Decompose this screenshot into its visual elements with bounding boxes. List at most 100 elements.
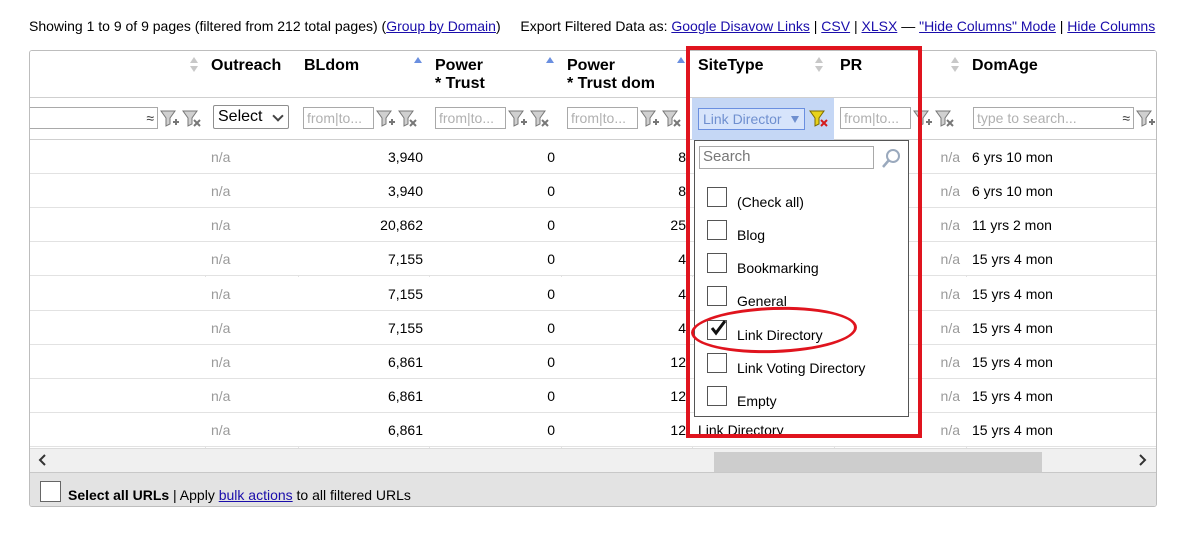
active-filter-clear-icon[interactable] xyxy=(808,108,830,130)
filter-funnel-icon[interactable] xyxy=(639,108,661,130)
checkbox[interactable] xyxy=(707,220,727,240)
bldom-cell: 7,155 xyxy=(387,251,423,267)
outreach-select[interactable]: Select xyxy=(213,105,289,129)
power-trust-dom-cell: 12 xyxy=(670,388,686,404)
table-row[interactable]: n/a 6,861 0 12 n/a 15 yrs 4 mon xyxy=(30,379,1156,413)
outreach-cell: n/a xyxy=(211,251,231,267)
clear-filter-icon[interactable] xyxy=(181,108,203,130)
option-label: General xyxy=(737,293,787,309)
header-label: DomAge xyxy=(972,57,1038,74)
outreach-cell: n/a xyxy=(211,183,231,199)
bldom-cell: 3,940 xyxy=(387,149,423,165)
url-filter-input[interactable]: ≈ xyxy=(30,107,158,129)
filter-funnel-icon[interactable] xyxy=(507,108,529,130)
header-sitetype[interactable]: SiteType xyxy=(692,51,834,98)
footer-sep: | Apply xyxy=(169,487,219,503)
table-row[interactable]: n/a 6,861 0 12 Link Directory n/a 15 yrs… xyxy=(30,413,1156,447)
power-trust-dom-range-input[interactable]: from|to... xyxy=(567,107,638,129)
sort-icon[interactable] xyxy=(413,57,423,75)
power-trust-dom-cell: 25 xyxy=(670,217,686,233)
header-label: Power xyxy=(567,57,616,74)
option-label: Link Directory xyxy=(737,327,823,343)
checkbox[interactable] xyxy=(707,187,727,207)
bldom-cell: 3,940 xyxy=(387,183,423,199)
group-by-domain-link[interactable]: Group by Domain xyxy=(386,18,496,34)
showing-text: Showing 1 to 9 of 9 pages (filtered from… xyxy=(29,18,387,34)
separator: | xyxy=(1059,18,1064,34)
header-pr[interactable]: PR xyxy=(834,51,966,98)
header-domage[interactable]: DomAge xyxy=(966,51,1156,98)
table-row[interactable]: n/a 6,861 0 12 n/a 15 yrs 4 mon xyxy=(30,345,1156,379)
power-trust-cell: 0 xyxy=(547,183,555,199)
checkbox[interactable] xyxy=(707,386,727,406)
bldom-range-input[interactable]: from|to... xyxy=(303,107,374,129)
search-icon[interactable] xyxy=(881,147,903,169)
sort-icon[interactable] xyxy=(950,57,960,75)
checkbox[interactable] xyxy=(707,253,727,273)
header-label: * Trust dom xyxy=(567,75,656,92)
table-row[interactable]: n/a 3,940 0 8 n/a 6 yrs 10 mon xyxy=(30,174,1156,208)
clear-filter-icon[interactable] xyxy=(529,108,551,130)
bulk-actions-link[interactable]: bulk actions xyxy=(219,487,293,503)
csv-link[interactable]: CSV xyxy=(821,18,850,34)
option-label: Link Voting Directory xyxy=(737,360,866,376)
header-row: Outreach BLdom Power * Trust Power * Tru… xyxy=(30,51,1156,98)
checkbox[interactable] xyxy=(707,353,727,373)
google-disavow-link[interactable]: Google Disavow Links xyxy=(671,18,810,34)
horizontal-scrollbar[interactable] xyxy=(30,448,1156,473)
header-power-trust[interactable]: Power * Trust xyxy=(429,51,561,98)
close-paren: ) xyxy=(495,18,501,34)
header-outreach[interactable]: Outreach xyxy=(205,51,298,98)
sitetype-filter-dropdown[interactable]: Link Director xyxy=(698,108,805,130)
power-trust-range-input[interactable]: from|to... xyxy=(435,107,506,129)
scroll-right-icon[interactable] xyxy=(1135,453,1149,467)
power-trust-cell: 0 xyxy=(547,388,555,404)
power-trust-cell: 0 xyxy=(547,286,555,302)
domage-cell: 15 yrs 4 mon xyxy=(972,354,1053,370)
domage-search-input[interactable]: type to search... ≈ xyxy=(973,107,1134,129)
dropdown-search-input[interactable]: Search xyxy=(699,146,874,169)
separator: | xyxy=(813,18,818,34)
header-label: BLdom xyxy=(304,57,360,74)
header-url-column[interactable] xyxy=(30,51,205,98)
power-trust-cell: 0 xyxy=(547,251,555,267)
filter-funnel-icon[interactable] xyxy=(912,108,934,130)
table-row[interactable]: n/a 7,155 0 4 n/a 15 yrs 4 mon xyxy=(30,277,1156,311)
sitetype-cell: Link Directory xyxy=(698,422,784,438)
sitetype-filter-cell: Link Director xyxy=(692,98,834,140)
sort-icon[interactable] xyxy=(676,57,686,75)
table-row[interactable]: n/a 7,155 0 4 n/a 15 yrs 4 mon xyxy=(30,311,1156,345)
domage-cell: 15 yrs 4 mon xyxy=(972,422,1053,438)
table-row[interactable]: n/a 3,940 0 8 n/a 6 yrs 10 mon xyxy=(30,140,1156,174)
outreach-select-value: Select xyxy=(218,108,263,125)
table-row[interactable]: n/a 7,155 0 4 n/a 15 yrs 4 mon xyxy=(30,242,1156,276)
power-trust-cell: 0 xyxy=(547,149,555,165)
clear-filter-icon[interactable] xyxy=(397,108,419,130)
header-bldom[interactable]: BLdom xyxy=(298,51,429,98)
clear-filter-icon[interactable] xyxy=(934,108,956,130)
table-row[interactable]: n/a 20,862 0 25 n/a 11 yrs 2 mon xyxy=(30,208,1156,242)
outreach-cell: n/a xyxy=(211,286,231,302)
approx-icon: ≈ xyxy=(146,110,154,126)
outreach-cell: n/a xyxy=(211,217,231,233)
scrollbar-thumb[interactable] xyxy=(714,452,1042,473)
filter-funnel-icon[interactable] xyxy=(159,108,181,130)
header-power-trust-dom[interactable]: Power * Trust dom xyxy=(561,51,692,98)
clear-filter-icon[interactable] xyxy=(661,108,683,130)
filter-funnel-icon[interactable] xyxy=(375,108,397,130)
hide-columns-mode-link[interactable]: "Hide Columns" Mode xyxy=(919,18,1056,34)
sort-icon[interactable] xyxy=(189,57,199,75)
checkbox[interactable] xyxy=(707,286,727,306)
select-all-checkbox[interactable] xyxy=(40,481,61,502)
option-label: Blog xyxy=(737,227,766,243)
bldom-cell: 6,861 xyxy=(387,388,423,404)
sort-icon[interactable] xyxy=(814,57,824,75)
scroll-left-icon[interactable] xyxy=(36,453,50,467)
xlsx-link[interactable]: XLSX xyxy=(862,18,898,34)
sort-icon[interactable] xyxy=(545,57,555,75)
checkmark-icon xyxy=(710,320,727,336)
filter-funnel-icon[interactable] xyxy=(1135,108,1157,130)
hide-columns-link[interactable]: Hide Columns xyxy=(1067,18,1155,34)
pr-range-input[interactable]: from|to... xyxy=(840,107,911,129)
checkbox-checked[interactable] xyxy=(707,320,727,340)
